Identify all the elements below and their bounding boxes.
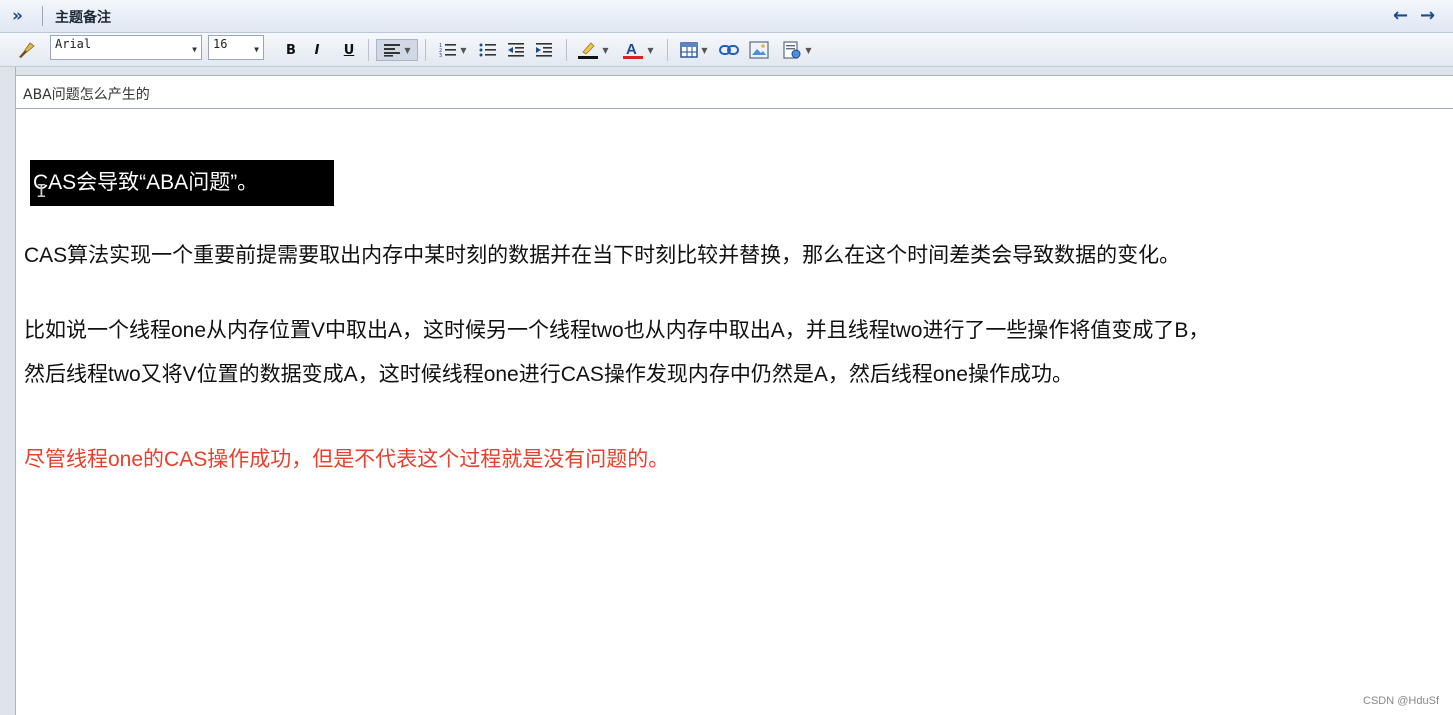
font-size-select[interactable]: 16 ▼ [208, 35, 264, 60]
note-editor[interactable]: CAS会导致“ABA问题”。 I CAS算法实现一个重要前提需要取出内存中某时刻… [16, 109, 1453, 715]
align-left-icon [384, 44, 401, 57]
chevron-down-icon: ▼ [602, 45, 609, 55]
insert-image-button[interactable] [747, 39, 771, 61]
underline-button[interactable]: U [338, 39, 360, 61]
chevron-down-icon: ▼ [701, 45, 708, 55]
watermark: CSDN @HduSf [1363, 695, 1439, 707]
toolbar-divider [425, 39, 426, 61]
paragraph-cas-premise[interactable]: CAS算法实现一个重要前提需要取出内存中某时刻的数据并在当下时刻比较并替换，那么… [24, 239, 1180, 269]
font-family-value: Arial [55, 37, 92, 51]
align-left-button[interactable]: ▼ [376, 39, 418, 61]
outdent-icon [508, 43, 524, 57]
toolbar-divider [566, 39, 567, 61]
svg-text:3: 3 [439, 53, 442, 58]
font-size-value: 16 [213, 37, 228, 51]
increase-indent-button[interactable] [533, 39, 555, 61]
title-separator [42, 6, 43, 26]
svg-text:A: A [626, 41, 637, 58]
image-icon [749, 41, 769, 59]
insert-link-button[interactable] [717, 39, 741, 61]
paragraph-warning[interactable]: 尽管线程one的CAS操作成功，但是不代表这个过程就是没有问题的。 [24, 443, 669, 473]
chevron-down-icon: ▼ [404, 45, 411, 55]
font-family-select[interactable]: Arial ▼ [50, 35, 202, 60]
chevron-down-icon: ▼ [192, 45, 197, 54]
paragraph-example-line1[interactable]: 比如说一个线程one从内存位置V中取出A，这时候另一个线程two也从内存中取出A… [24, 314, 1209, 344]
insert-object-button[interactable]: ▼ [778, 39, 816, 61]
chevron-down-icon: ▼ [647, 45, 654, 55]
panel-title: 主题备注 [55, 10, 111, 26]
toolbar-divider [667, 39, 668, 61]
numbered-list-button[interactable]: 123 ▼ [434, 39, 472, 61]
panel-title-bar: » 主题备注 ← → [0, 0, 1453, 33]
indent-icon [536, 43, 552, 57]
left-gutter [0, 67, 16, 715]
collapse-panel-icon[interactable]: » [12, 6, 23, 26]
bullet-list-button[interactable] [477, 39, 499, 61]
format-painter-icon[interactable] [14, 39, 38, 61]
text-cursor-icon: I [36, 181, 47, 202]
formatting-toolbar: Arial ▼ 16 ▼ B I U ▼ 123 ▼ ▼ A ▼ ▼ ▼ [0, 33, 1453, 67]
toolbar-divider [368, 39, 369, 61]
italic-button[interactable]: I [306, 39, 328, 61]
selected-text-line[interactable]: CAS会导致“ABA问题”。 [30, 160, 334, 206]
back-arrow-icon[interactable]: ← [1393, 5, 1408, 26]
chevron-down-icon: ▼ [460, 45, 467, 55]
bold-button[interactable]: B [280, 39, 302, 61]
table-icon [680, 42, 699, 58]
highlight-color-button[interactable]: ▼ [574, 39, 612, 61]
font-color-button[interactable]: A ▼ [618, 39, 658, 61]
toolbar-bottom-strip [0, 67, 1453, 75]
forward-arrow-icon[interactable]: → [1420, 5, 1435, 26]
numbered-list-icon: 123 [439, 43, 457, 58]
paragraph-example-line2[interactable]: 然后线程two又将V位置的数据变成A，这时候线程one进行CAS操作发现内存中仍… [24, 358, 1073, 388]
bullet-list-icon [479, 43, 496, 57]
note-subject-field[interactable]: ABA问题怎么产生的 [16, 75, 1453, 109]
font-color-icon: A [623, 41, 644, 59]
chevron-down-icon: ▼ [805, 45, 812, 55]
link-icon [719, 45, 739, 55]
decrease-indent-button[interactable] [505, 39, 527, 61]
chevron-down-icon: ▼ [254, 45, 259, 54]
highlighter-icon [578, 42, 599, 59]
document-settings-icon [783, 41, 801, 59]
insert-table-button[interactable]: ▼ [676, 39, 712, 61]
